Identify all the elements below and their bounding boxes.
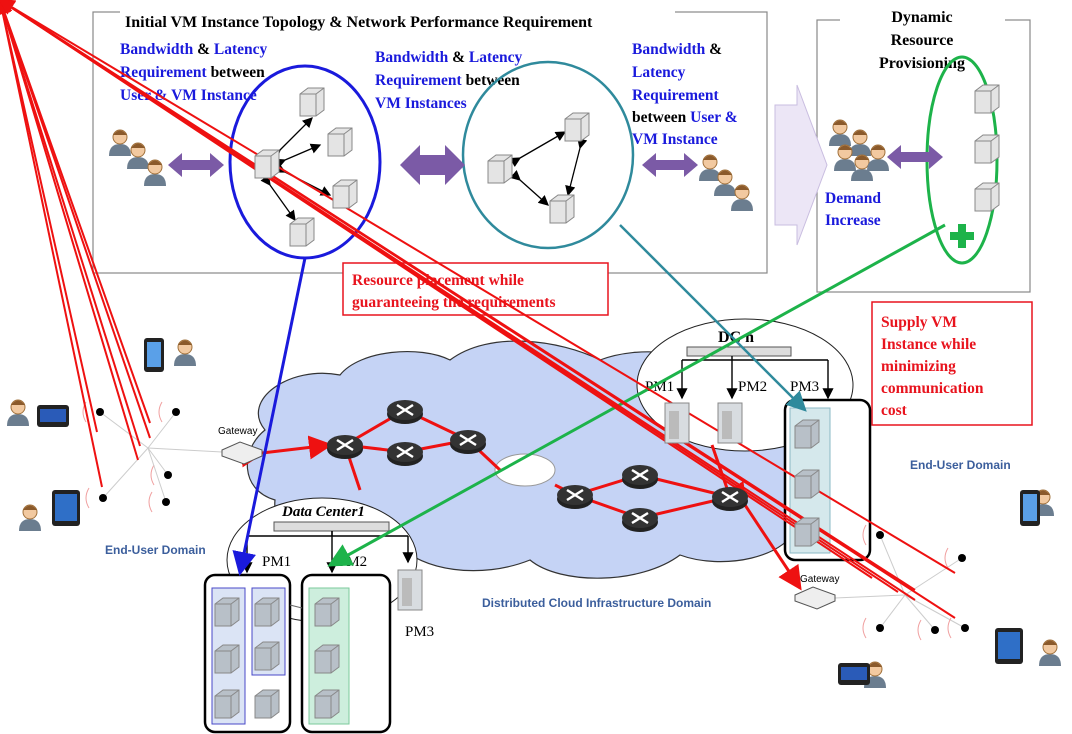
router-icon <box>387 442 423 466</box>
left-requirement-line2: Requirement between <box>120 64 265 81</box>
dcn-pm3-label: PM3 <box>790 379 819 395</box>
tablet-icon <box>995 628 1023 664</box>
vm-server-icon <box>974 134 1000 164</box>
left-requirement-line1: Bandwidth & Latency <box>120 41 268 58</box>
supply-line3: minimizing <box>881 358 956 375</box>
supply-line5: cost <box>881 402 908 419</box>
user-icon <box>7 399 29 426</box>
user-icon <box>109 129 131 156</box>
vm-instance-icon <box>794 517 820 547</box>
dc1-pm2-label: PM2 <box>338 554 367 570</box>
vm-server-icon <box>564 112 590 142</box>
vm-instance-icon <box>314 644 340 674</box>
user-icon <box>19 504 41 531</box>
vm-instance-icon <box>214 644 240 674</box>
vm-server-icon <box>327 127 353 157</box>
vm-server-icon <box>254 149 280 179</box>
dc1-pm1-label: PM1 <box>262 554 291 570</box>
gateway-left-label: Gateway <box>218 426 257 437</box>
user-icon <box>1039 639 1061 666</box>
data-center-n-label: DC n <box>718 329 754 346</box>
cloud-domain-label: Distributed Cloud Infrastructure Domain <box>482 596 711 610</box>
router-icon <box>622 508 658 532</box>
smartphone-icon <box>144 338 164 372</box>
router-icon <box>712 487 748 511</box>
router-icon <box>387 400 423 424</box>
dcn-pm1-server-icon <box>664 402 690 444</box>
demand-line1: Demand <box>825 190 881 207</box>
tablet-icon <box>52 490 80 526</box>
plus-icon <box>950 224 974 248</box>
gateway-right-icon <box>794 586 836 610</box>
smartphone-icon <box>1020 490 1040 526</box>
provisioning-title-3: Provisioning <box>879 55 965 72</box>
dcn-switch <box>686 346 792 357</box>
vm-instance-icon <box>254 641 280 671</box>
provisioning-title-2: Resource <box>891 32 954 49</box>
supply-line2: Instance while <box>881 336 976 353</box>
mid-requirement-line3: VM Instances <box>375 95 467 112</box>
vm-server-icon <box>332 179 358 209</box>
diagram-canvas: Initial VM Instance Topology & Network P… <box>0 0 1061 734</box>
mid-requirement-line1: Bandwidth & Latency <box>375 49 523 66</box>
vm-server-icon <box>549 194 575 224</box>
router-icon <box>327 435 363 459</box>
diagram: Initial VM Instance Topology & Network P… <box>0 0 1072 734</box>
vm-instance-icon <box>254 597 280 627</box>
vm-server-icon <box>974 84 1000 114</box>
user-icon <box>829 119 851 146</box>
vm-instance-icon <box>794 419 820 449</box>
demand-line2: Increase <box>825 212 881 229</box>
right-requirement-line5: VM Instance <box>632 131 718 148</box>
vm-links-middle <box>509 131 588 206</box>
supply-line1: Supply VM <box>881 314 957 331</box>
vm-server-icon <box>487 154 513 184</box>
right-requirement-line4: between User & <box>632 109 738 126</box>
data-center-1-label: Data Center1 <box>281 504 365 520</box>
supply-line4: communication <box>881 380 984 397</box>
desktop-icon <box>838 663 870 685</box>
vm-instance-icon <box>794 469 820 499</box>
end-user-domain-right: End-User Domain <box>910 458 1011 472</box>
right-requirement-line3: Requirement <box>632 87 720 104</box>
vm-server-icon <box>289 217 315 247</box>
end-user-domain-left: End-User Domain <box>105 543 206 557</box>
user-icon <box>867 144 889 171</box>
router-icon <box>450 430 486 454</box>
right-requirement-line1: Bandwidth & <box>632 41 722 58</box>
topology-title: Initial VM Instance Topology & Network P… <box>125 14 593 31</box>
provisioning-title-1: Dynamic <box>891 9 952 26</box>
dc1-pm3-server-icon <box>397 569 423 611</box>
dcn-pm2-label: PM2 <box>738 379 767 395</box>
vm-instance-icon <box>254 689 280 719</box>
desktop-icon <box>37 405 69 427</box>
vm-server-icon <box>974 182 1000 212</box>
router-icon <box>622 465 658 489</box>
router-icon <box>557 485 593 509</box>
right-requirement-line2: Latency <box>632 64 686 81</box>
vm-instance-icon <box>314 689 340 719</box>
gateway-right-label: Gateway <box>800 574 839 585</box>
vm-server-icon <box>299 87 325 117</box>
dc1-switch <box>273 521 390 532</box>
dc1-pm3-label: PM3 <box>405 624 434 640</box>
user-icon <box>174 339 196 366</box>
dcn-pm2-server-icon <box>717 402 743 444</box>
vm-vm-topology-ellipse <box>461 60 635 250</box>
vm-instance-icon <box>214 689 240 719</box>
vm-instance-icon <box>214 597 240 627</box>
vm-instance-icon <box>314 597 340 627</box>
provisioning-arrow <box>774 84 828 246</box>
